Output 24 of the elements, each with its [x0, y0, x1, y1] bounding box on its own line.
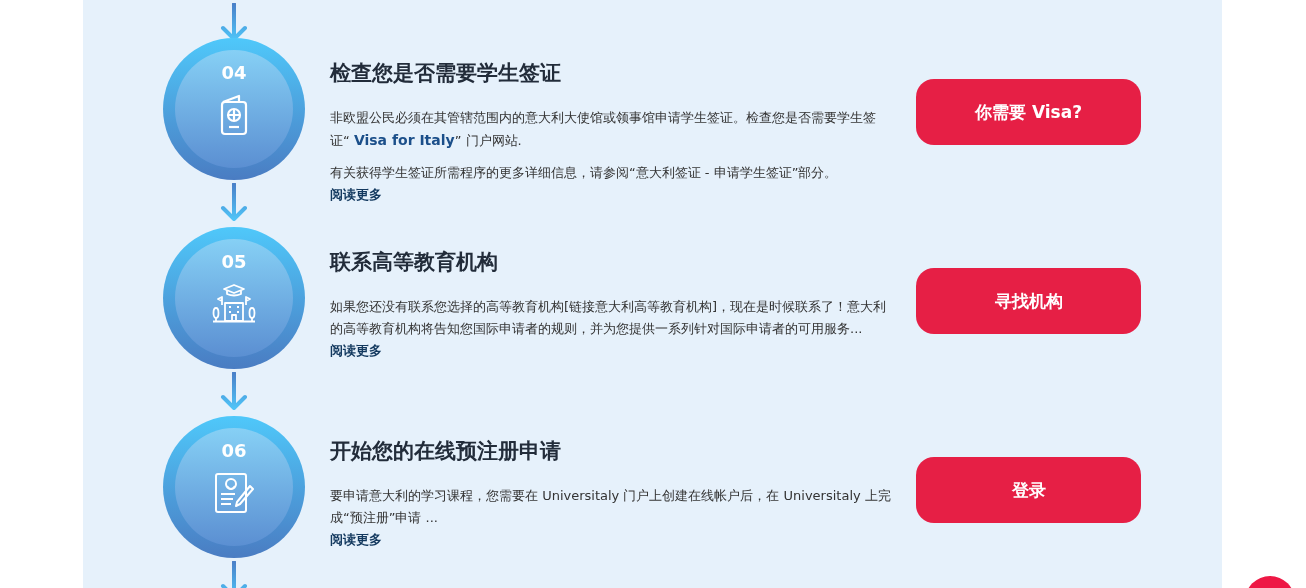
visa-portal-link[interactable]: Visa for Italy: [353, 132, 455, 149]
university-icon: [212, 283, 256, 323]
step-number: 04: [221, 64, 247, 82]
step-description: 非欧盟公民必须在其管辖范围内的意大利大使馆或领事馆申请学生签证。检查您是否需要学生签证“ Visa for Italy” 门户网站.: [330, 109, 877, 151]
read-more-link[interactable]: 阅读更多: [330, 186, 382, 205]
step-action-button[interactable]: 登录: [916, 457, 1141, 523]
down-arrow-icon: [219, 561, 249, 588]
read-more-link[interactable]: 阅读更多: [330, 531, 382, 550]
passport-icon: [219, 94, 249, 136]
step-description: 要申请意大利的学习课程，您需要在 Universitaly 门户上创建在线帐户后，在 Universitaly 上完成“预注册”申请 ...: [330, 487, 892, 528]
step-title: 联系高等教育机构: [330, 249, 499, 276]
step-number: 05: [221, 253, 247, 271]
step-description: 有关获得学生签证所需程序的更多详细信息，请参阅“意大利签证 - 申请学生签证”部分。: [330, 164, 839, 183]
down-arrow-icon: [219, 372, 249, 410]
step-number: 06: [221, 442, 247, 460]
step-description: 如果您还没有联系您选择的高等教育机构[链接意大利高等教育机构]，现在是时候联系了！意大利的高等教育机构将告知您国际申请者的规则，并为您提供一系列针对国际申请者的可用服务...: [330, 298, 888, 339]
down-arrow-icon: [219, 3, 249, 41]
step-action-button[interactable]: 你需要 Visa?: [916, 79, 1141, 145]
read-more-link[interactable]: 阅读更多: [330, 342, 382, 361]
form-with-pen-icon: [214, 472, 254, 514]
down-arrow-icon: [219, 183, 249, 221]
step-title: 开始您的在线预注册申请: [330, 438, 562, 465]
step-title: 检查您是否需要学生签证: [330, 60, 562, 87]
step-action-button[interactable]: 寻找机构: [916, 268, 1141, 334]
